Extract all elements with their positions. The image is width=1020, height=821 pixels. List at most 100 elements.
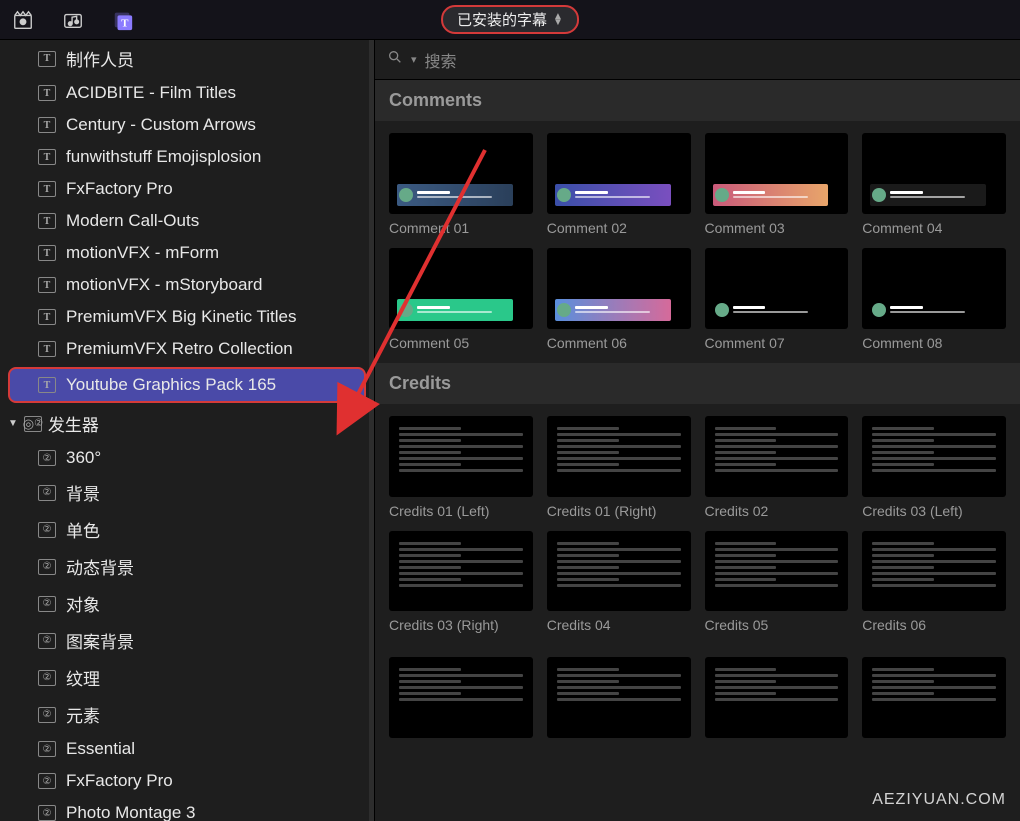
filter-dropdown[interactable]: 已安装的字幕 ▲▼ bbox=[441, 5, 579, 34]
sidebar-item-label: 单色 bbox=[66, 517, 100, 542]
sidebar-title-item[interactable]: T制作人员 bbox=[0, 40, 374, 77]
sidebar-item-label: Photo Montage 3 bbox=[66, 803, 195, 821]
generator-badge-icon: ② bbox=[38, 559, 56, 575]
title-badge-icon: T bbox=[38, 51, 56, 67]
preset-tile[interactable]: Comment 01 bbox=[389, 133, 533, 236]
sidebar-item-label: 动态背景 bbox=[66, 554, 134, 579]
sidebar-item-label: FxFactory Pro bbox=[66, 179, 173, 199]
tile-thumbnail bbox=[547, 133, 691, 214]
preset-tile[interactable]: Credits 03 (Left) bbox=[862, 416, 1006, 519]
sidebar-title-item[interactable]: TACIDBITE - Film Titles bbox=[0, 77, 374, 109]
tile-label: Credits 03 (Right) bbox=[389, 617, 533, 633]
sidebar-item-label: Essential bbox=[66, 739, 135, 759]
sidebar-item-label: PremiumVFX Retro Collection bbox=[66, 339, 293, 359]
tile-thumbnail bbox=[705, 416, 849, 497]
preset-tile[interactable]: Credits 05 bbox=[705, 531, 849, 634]
search-icon bbox=[387, 49, 403, 70]
chevron-down-icon: ▾ bbox=[411, 53, 417, 66]
preset-tile[interactable]: Comment 04 bbox=[862, 133, 1006, 236]
tile-thumbnail bbox=[389, 416, 533, 497]
music-camera-icon[interactable] bbox=[60, 8, 86, 32]
generator-badge-icon: ② bbox=[38, 805, 56, 821]
generator-badge-icon: ② bbox=[38, 741, 56, 757]
watermark: AEZIYUAN.COM bbox=[872, 791, 1006, 809]
sidebar-generator-item[interactable]: ②FxFactory Pro bbox=[0, 765, 374, 797]
preset-tile[interactable]: Credits 01 (Left) bbox=[389, 416, 533, 519]
tile-label: Comment 01 bbox=[389, 220, 533, 236]
sidebar-title-item[interactable]: TPremiumVFX Big Kinetic Titles bbox=[0, 301, 374, 333]
sidebar-title-item[interactable]: T Youtube Graphics Pack 165 bbox=[8, 367, 366, 403]
tile-thumbnail bbox=[389, 133, 533, 214]
sidebar-item-label: 360° bbox=[66, 448, 101, 468]
tile-thumbnail bbox=[862, 416, 1006, 497]
sidebar-item-label: 图案背景 bbox=[66, 628, 134, 653]
sidebar-generator-item[interactable]: ② 对象 bbox=[0, 585, 374, 622]
sidebar-generator-item[interactable]: ② 360° bbox=[0, 442, 374, 474]
generator-badge-icon: ② bbox=[38, 596, 56, 612]
preset-tile[interactable] bbox=[547, 657, 691, 738]
preset-tile[interactable]: Comment 03 bbox=[705, 133, 849, 236]
tile-thumbnail bbox=[705, 133, 849, 214]
sidebar-generator-item[interactable]: ②背景 bbox=[0, 474, 374, 511]
tile-thumbnail bbox=[705, 248, 849, 329]
search-bar[interactable]: ▾ 搜索 bbox=[375, 40, 1020, 80]
disclosure-triangle-icon: ▼ bbox=[8, 418, 18, 429]
generators-header[interactable]: ▼ ② 发生器 bbox=[0, 405, 374, 442]
preset-tile[interactable]: Credits 03 (Right) bbox=[389, 531, 533, 634]
tile-label: Comment 04 bbox=[862, 220, 1006, 236]
sidebar-title-item[interactable]: Tfunwithstuff Emojisplosion bbox=[0, 141, 374, 173]
preset-tile[interactable]: Credits 06 bbox=[862, 531, 1006, 634]
sidebar-item-label: 对象 bbox=[66, 591, 100, 616]
generator-badge-icon: ② bbox=[38, 450, 56, 466]
clapperboard-icon[interactable] bbox=[10, 8, 36, 32]
sidebar-item-label: Modern Call-Outs bbox=[66, 211, 199, 231]
sidebar-title-item[interactable]: TFxFactory Pro bbox=[0, 173, 374, 205]
preset-tile[interactable]: Comment 08 bbox=[862, 248, 1006, 351]
sidebar-item-label: FxFactory Pro bbox=[66, 771, 173, 791]
sidebar-item-label: Youtube Graphics Pack 165 bbox=[66, 375, 276, 395]
sidebar-generator-item[interactable]: ②单色 bbox=[0, 511, 374, 548]
sidebar-title-item[interactable]: TmotionVFX - mStoryboard bbox=[0, 269, 374, 301]
tile-thumbnail bbox=[547, 416, 691, 497]
sidebar-item-label: 纹理 bbox=[66, 665, 100, 690]
sidebar-title-item[interactable]: TmotionVFX - mForm bbox=[0, 237, 374, 269]
sidebar-item-label: PremiumVFX Big Kinetic Titles bbox=[66, 307, 297, 327]
preset-tile[interactable] bbox=[705, 657, 849, 738]
tile-label: Credits 01 (Left) bbox=[389, 503, 533, 519]
preset-tile[interactable]: Comment 02 bbox=[547, 133, 691, 236]
tile-label: Credits 04 bbox=[547, 617, 691, 633]
preset-tile[interactable]: Credits 04 bbox=[547, 531, 691, 634]
preset-tile[interactable]: Comment 06 bbox=[547, 248, 691, 351]
tile-thumbnail bbox=[862, 133, 1006, 214]
preset-tile[interactable]: Comment 05 bbox=[389, 248, 533, 351]
preset-tile[interactable]: Credits 01 (Right) bbox=[547, 416, 691, 519]
tile-label: Comment 03 bbox=[705, 220, 849, 236]
title-badge-icon: T bbox=[38, 277, 56, 293]
sidebar-item-label: motionVFX - mForm bbox=[66, 243, 219, 263]
sidebar-title-item[interactable]: TCentury - Custom Arrows bbox=[0, 109, 374, 141]
sidebar-generator-item[interactable]: ②纹理 bbox=[0, 659, 374, 696]
title-badge-icon: T bbox=[38, 213, 56, 229]
generator-badge-icon: ② bbox=[38, 633, 56, 649]
sidebar-title-item[interactable]: T Modern Call-Outs bbox=[0, 205, 374, 237]
sidebar-generator-item[interactable]: ② 图案背景 bbox=[0, 622, 374, 659]
preset-tile[interactable] bbox=[862, 657, 1006, 738]
preset-tile[interactable]: Credits 02 bbox=[705, 416, 849, 519]
tile-label: Comment 06 bbox=[547, 335, 691, 351]
sidebar-generator-item[interactable]: ② 动态背景 bbox=[0, 548, 374, 585]
sidebar-generator-item[interactable]: ② Photo Montage 3 bbox=[0, 797, 374, 821]
preset-tile[interactable] bbox=[389, 657, 533, 738]
title-badge-icon: T bbox=[38, 377, 56, 393]
sidebar-generator-item[interactable]: ② Essential bbox=[0, 733, 374, 765]
titles-icon[interactable]: T bbox=[110, 8, 136, 32]
preset-tile[interactable]: Comment 07 bbox=[705, 248, 849, 351]
sidebar-title-item[interactable]: TPremiumVFX Retro Collection bbox=[0, 333, 374, 365]
sidebar-item-label: ACIDBITE - Film Titles bbox=[66, 83, 236, 103]
sidebar-item-label: 背景 bbox=[66, 480, 100, 505]
scrollbar-thumb[interactable] bbox=[369, 300, 374, 370]
tile-thumbnail bbox=[705, 531, 849, 612]
sidebar-generator-item[interactable]: ②元素 bbox=[0, 696, 374, 733]
toolbar-icon-group: T bbox=[10, 8, 136, 32]
tile-thumbnail bbox=[547, 248, 691, 329]
tile-label: Credits 03 (Left) bbox=[862, 503, 1006, 519]
